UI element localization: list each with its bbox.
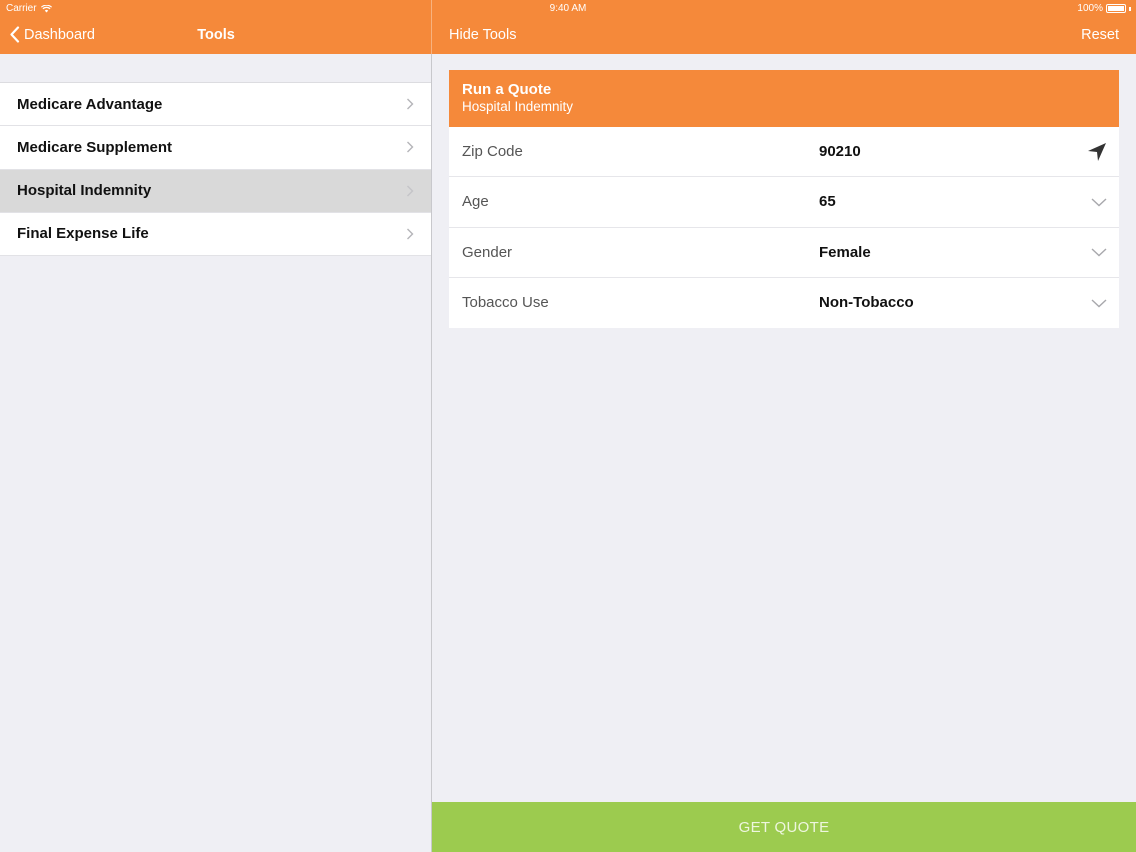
zip-code-field[interactable]: Zip Code 90210 xyxy=(449,127,1119,178)
sidebar-item-label: Medicare Advantage xyxy=(17,95,163,113)
zip-code-label: Zip Code xyxy=(462,143,523,161)
nav-divider xyxy=(431,0,432,54)
status-time: 9:40 AM xyxy=(549,3,587,14)
battery-percent: 100% xyxy=(1077,3,1103,14)
chevron-down-icon[interactable] xyxy=(1091,247,1107,257)
hide-tools-button[interactable]: Hide Tools xyxy=(449,27,516,43)
chevron-right-icon xyxy=(407,98,414,110)
sidebar-item-label: Final Expense Life xyxy=(17,225,149,243)
gender-label: Gender xyxy=(462,243,513,261)
gender-field[interactable]: Gender Female xyxy=(449,228,1119,278)
sidebar: Medicare Advantage Medicare Supplement H… xyxy=(0,54,431,852)
quote-card-subtitle: Hospital Indemnity xyxy=(462,99,574,114)
tools-title: Tools xyxy=(197,27,235,43)
tobacco-use-label: Tobacco Use xyxy=(462,294,549,312)
chevron-right-icon xyxy=(407,141,414,153)
chevron-right-icon xyxy=(407,185,414,197)
sidebar-item-final-expense-life[interactable]: Final Expense Life xyxy=(0,213,431,256)
reset-button[interactable]: Reset xyxy=(1081,27,1119,43)
gender-value: Female xyxy=(819,243,871,261)
battery-tip xyxy=(1129,6,1131,11)
tobacco-use-field[interactable]: Tobacco Use Non-Tobacco xyxy=(449,278,1119,328)
age-field[interactable]: Age 65 xyxy=(449,177,1119,228)
status-battery: 100% xyxy=(1077,3,1131,14)
location-arrow-icon[interactable] xyxy=(1087,142,1107,162)
chevron-down-icon[interactable] xyxy=(1091,197,1107,207)
age-label: Age xyxy=(462,193,489,211)
quote-card-title: Run a Quote xyxy=(462,81,552,98)
chevron-right-icon xyxy=(407,228,414,240)
chevron-down-icon[interactable] xyxy=(1091,298,1107,308)
tobacco-use-value: Non-Tobacco xyxy=(819,294,914,312)
sidebar-item-medicare-advantage[interactable]: Medicare Advantage xyxy=(0,83,431,127)
zip-code-value[interactable]: 90210 xyxy=(819,143,861,160)
sidebar-item-medicare-supplement[interactable]: Medicare Supplement xyxy=(0,126,431,170)
top-bar: Carrier 9:40 AM 100% Dashboard Tools Hid… xyxy=(0,0,1136,54)
sidebar-item-hospital-indemnity[interactable]: Hospital Indemnity xyxy=(0,169,431,213)
quote-card-header: Run a Quote Hospital Indemnity xyxy=(449,70,1119,127)
tools-list: Medicare Advantage Medicare Supplement H… xyxy=(0,82,431,256)
battery-icon xyxy=(1106,4,1126,13)
sidebar-item-label: Hospital Indemnity xyxy=(17,182,152,200)
quote-card: Run a Quote Hospital Indemnity Zip Code … xyxy=(449,70,1119,328)
sidebar-item-label: Medicare Supplement xyxy=(17,138,173,156)
age-value: 65 xyxy=(819,193,836,211)
get-quote-button[interactable]: GET QUOTE xyxy=(432,802,1136,852)
quote-panel: Run a Quote Hospital Indemnity Zip Code … xyxy=(432,54,1136,802)
